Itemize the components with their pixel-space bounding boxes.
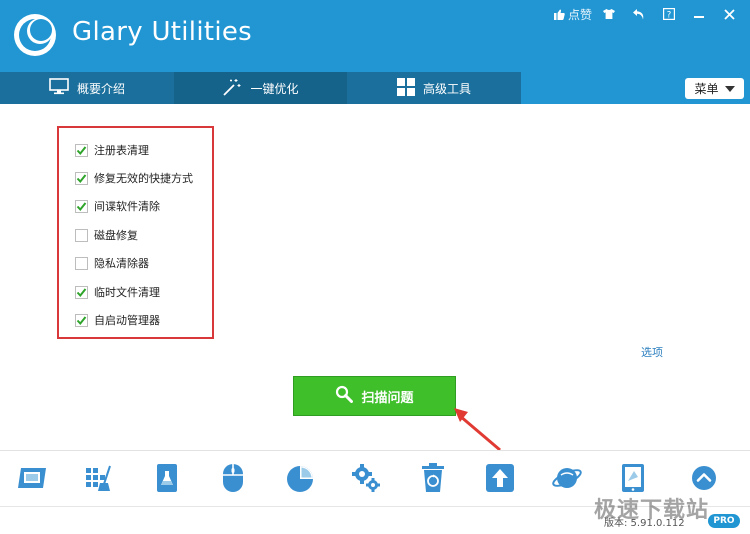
menu-label: 菜单 <box>694 82 719 96</box>
monitor-icon <box>49 78 69 98</box>
tablet-icon <box>620 463 646 493</box>
planet-icon <box>551 463 583 493</box>
options-link[interactable]: 选项 <box>641 344 663 360</box>
like-label: 点赞 <box>567 7 592 22</box>
tool-disk-analysis[interactable] <box>150 461 184 495</box>
tab-bar: 概要介绍 一键优化 高级工具 菜单 <box>0 72 750 104</box>
tab-overview-label: 概要介绍 <box>76 81 125 96</box>
scan-button[interactable]: 扫描问题 <box>293 376 456 416</box>
tab-one-click-label: 一键优化 <box>250 81 299 96</box>
tab-one-click[interactable]: 一键优化 <box>174 72 347 104</box>
chevron-up-icon <box>691 465 717 491</box>
tool-system-settings[interactable] <box>349 461 383 495</box>
option-temp-files[interactable]: 临时文件清理 <box>75 284 160 300</box>
option-shortcut-fixer[interactable]: 修复无效的快捷方式 <box>75 170 193 186</box>
option-label: 注册表清理 <box>94 144 149 157</box>
option-label: 间谍软件清除 <box>94 200 160 213</box>
option-label: 自启动管理器 <box>94 314 160 327</box>
search-icon <box>335 385 354 407</box>
option-startup-manager[interactable]: 自启动管理器 <box>75 312 160 328</box>
magic-wand-icon <box>222 78 242 99</box>
option-label: 修复无效的快捷方式 <box>94 172 193 185</box>
monitor-screen-icon <box>16 465 48 491</box>
tshirt-icon <box>603 9 615 19</box>
svg-text:?: ? <box>667 10 672 20</box>
tool-backup[interactable] <box>616 461 650 495</box>
close-button[interactable] <box>714 4 744 24</box>
title-bar: Glary Utilities 点赞 ? <box>0 0 750 72</box>
minimize-icon <box>693 9 705 19</box>
main-panel: 注册表清理 修复无效的快捷方式 间谍软件清除 磁盘修复 隐私清除器 临时文件清理 <box>0 104 750 452</box>
option-privacy-cleaner[interactable]: 隐私清除器 <box>75 255 149 271</box>
checkbox-shortcut-fixer[interactable] <box>75 171 88 185</box>
option-label: 隐私清除器 <box>94 257 149 270</box>
pro-badge: PRO <box>708 514 740 528</box>
like-button[interactable]: 点赞 <box>552 4 594 24</box>
checkbox-temp-files[interactable] <box>75 285 88 299</box>
checkbox-spyware-remover[interactable] <box>75 199 88 213</box>
mouse-icon <box>221 463 245 493</box>
option-spyware-remover[interactable]: 间谍软件清除 <box>75 198 160 214</box>
app-logo-icon <box>12 12 58 58</box>
tool-registry-repair[interactable] <box>82 461 116 495</box>
menu-button[interactable]: 菜单 <box>685 78 744 99</box>
watermark: 极速下载站 <box>594 498 710 523</box>
upload-icon <box>485 463 515 493</box>
back-button[interactable] <box>624 4 654 24</box>
tool-internet[interactable] <box>550 461 584 495</box>
broom-grid-icon <box>84 464 114 492</box>
app-window: Glary Utilities 点赞 ? 概要介绍 一键优化 高级工具 菜单 注… <box>0 0 750 534</box>
tool-disk-space[interactable] <box>283 461 317 495</box>
tool-mouse[interactable] <box>216 461 250 495</box>
trash-recycle-icon <box>420 463 446 493</box>
option-disk-repair[interactable]: 磁盘修复 <box>75 227 138 243</box>
tab-overview[interactable]: 概要介绍 <box>0 72 174 104</box>
option-label: 临时文件清理 <box>94 286 160 299</box>
close-icon <box>723 8 735 20</box>
disk-beaker-icon <box>154 463 180 493</box>
tab-advanced-tools[interactable]: 高级工具 <box>347 72 521 104</box>
grid-icon <box>396 77 415 99</box>
gears-icon <box>351 463 381 493</box>
tool-disk-cleanup[interactable] <box>15 461 49 495</box>
thumbs-up-icon <box>553 9 565 20</box>
tool-more[interactable] <box>687 461 721 495</box>
annotation-arrow-icon <box>454 408 501 452</box>
option-registry-cleaner[interactable]: 注册表清理 <box>75 142 149 158</box>
window-controls: 点赞 ? <box>552 4 744 24</box>
chevron-down-icon <box>724 85 735 92</box>
checkbox-startup-manager[interactable] <box>75 313 88 327</box>
app-title: Glary Utilities <box>72 17 252 47</box>
undo-icon <box>633 8 645 20</box>
help-icon: ? <box>663 8 675 20</box>
checkbox-privacy-cleaner[interactable] <box>75 256 88 270</box>
option-label: 磁盘修复 <box>94 229 138 242</box>
skin-button[interactable] <box>594 4 624 24</box>
tool-upload[interactable] <box>483 461 517 495</box>
help-button[interactable]: ? <box>654 4 684 24</box>
optimization-options: 注册表清理 修复无效的快捷方式 间谍软件清除 磁盘修复 隐私清除器 临时文件清理 <box>57 126 214 339</box>
minimize-button[interactable] <box>684 4 714 24</box>
checkbox-registry-cleaner[interactable] <box>75 143 88 157</box>
tab-advanced-tools-label: 高级工具 <box>422 81 471 96</box>
checkbox-disk-repair[interactable] <box>75 228 88 242</box>
scan-button-label: 扫描问题 <box>361 390 414 406</box>
pie-chart-icon <box>285 463 315 493</box>
tool-recycle[interactable] <box>416 461 450 495</box>
